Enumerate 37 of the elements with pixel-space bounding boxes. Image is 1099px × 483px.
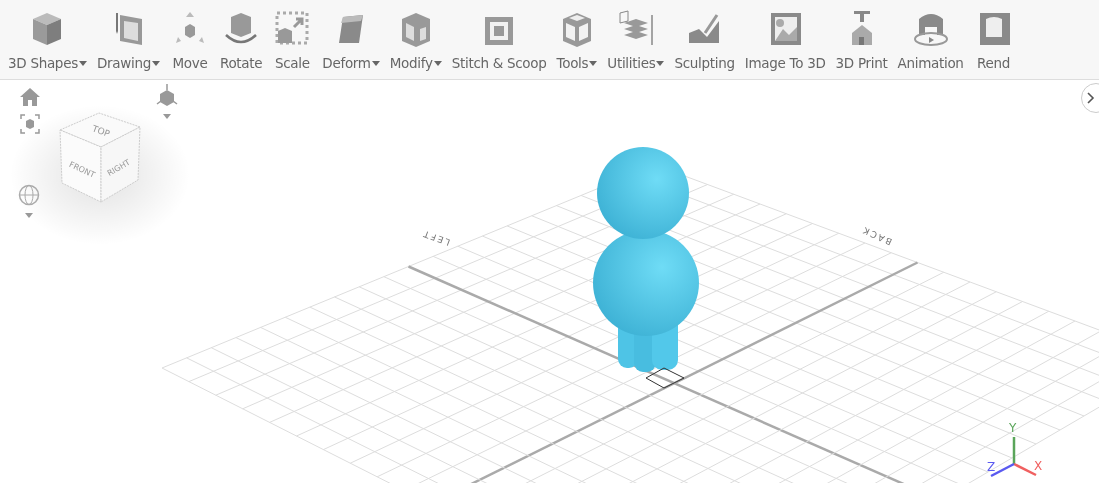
toolbar-button[interactable]: Deform bbox=[318, 0, 384, 79]
cube-axes-icon bbox=[155, 84, 179, 120]
view-mode-button[interactable] bbox=[155, 84, 179, 120]
globe-menu-button[interactable] bbox=[18, 184, 40, 220]
chevron-right-icon bbox=[1087, 92, 1095, 104]
axis-label: X bbox=[1034, 459, 1043, 473]
toolbar-button[interactable]: 3D Shapes bbox=[4, 0, 91, 79]
caret-icon bbox=[656, 60, 665, 66]
caret-icon bbox=[433, 60, 442, 66]
axis-label: Z bbox=[987, 460, 996, 474]
toolbar-button[interactable]: Rotate bbox=[215, 0, 267, 79]
toolbar-button[interactable]: Rend bbox=[969, 0, 1018, 79]
toolbar-button[interactable]: 3D Print bbox=[831, 0, 892, 79]
axis-label: Y bbox=[1009, 421, 1017, 435]
toolbar-button[interactable]: Image To 3D bbox=[740, 0, 830, 79]
toolbar-button[interactable]: Tools bbox=[552, 0, 602, 79]
globe-icon bbox=[18, 184, 40, 220]
toolbar-button[interactable]: Utilities bbox=[603, 0, 669, 79]
home-button[interactable] bbox=[20, 88, 40, 106]
toolbar-button[interactable]: Modify bbox=[385, 0, 446, 79]
caret-icon bbox=[589, 60, 598, 66]
toolbar-button[interactable]: Animation bbox=[893, 0, 968, 79]
toolbar-button[interactable]: Drawing bbox=[92, 0, 164, 79]
caret-icon bbox=[371, 60, 380, 66]
cube-face-label: TOP bbox=[90, 123, 112, 139]
caret-icon bbox=[151, 60, 160, 66]
frame-cube-icon bbox=[20, 114, 40, 134]
selection-marker bbox=[645, 367, 685, 389]
caret-icon bbox=[78, 60, 87, 66]
toolbar-button[interactable]: Stitch & Scoop bbox=[447, 0, 551, 79]
toolbar-button[interactable]: Sculpting bbox=[670, 0, 739, 79]
toolbar-button[interactable]: Scale bbox=[268, 0, 317, 79]
grid-label: LEFT bbox=[420, 228, 452, 248]
toolbar-button[interactable]: Move bbox=[165, 0, 214, 79]
view-cube[interactable] bbox=[59, 112, 141, 203]
home-icon bbox=[20, 88, 40, 106]
fit-view-button[interactable] bbox=[20, 114, 40, 134]
